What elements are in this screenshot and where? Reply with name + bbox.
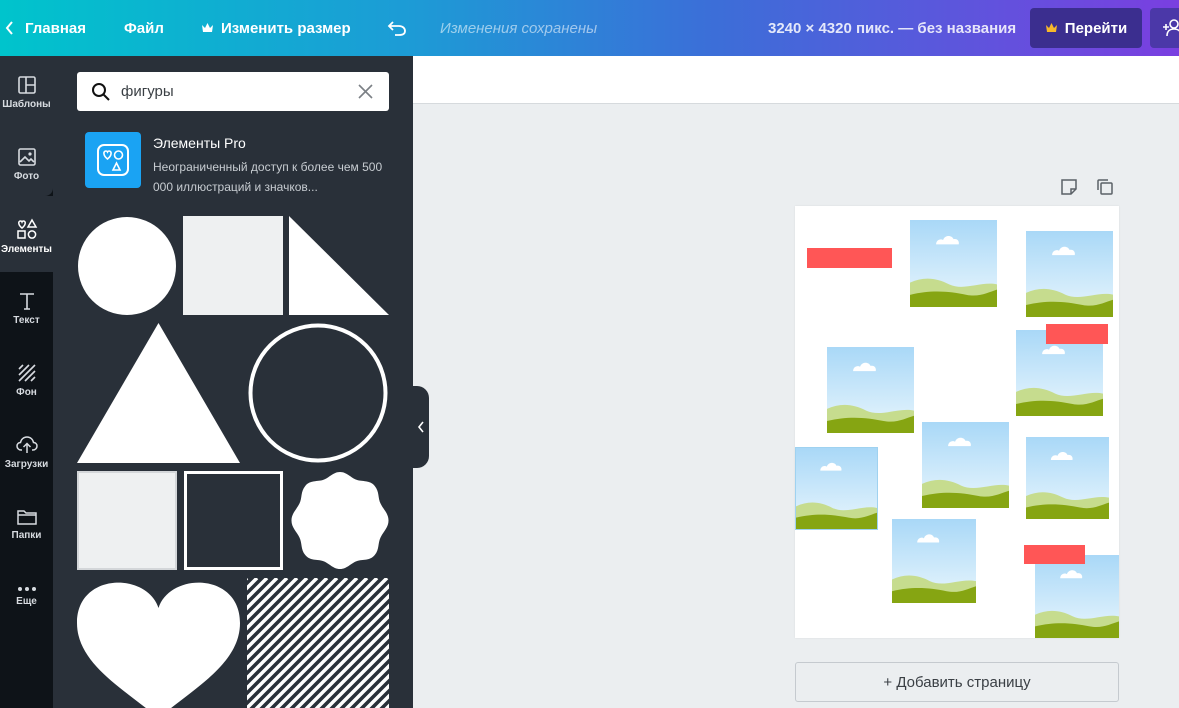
circle-outline-shape[interactable]	[247, 323, 389, 463]
folder-icon	[16, 509, 37, 525]
right-triangle-shape[interactable]	[289, 216, 389, 315]
rail-item-more[interactable]: Еще	[0, 560, 53, 632]
square-shape[interactable]	[183, 216, 283, 315]
elements-pro-icon	[85, 132, 141, 188]
image-placeholder[interactable]	[922, 422, 1009, 508]
elements-pro-description: Неограниченный доступ к более чем 500 00…	[153, 160, 383, 194]
rail-label: Папки	[11, 529, 42, 541]
elements-pro-promo[interactable]: Элементы Pro Неограниченный доступ к бол…	[85, 132, 389, 194]
elements-pro-title: Элементы Pro	[153, 135, 246, 151]
chevron-left-icon	[5, 21, 13, 35]
note-icon[interactable]	[1060, 178, 1078, 196]
resize-label: Изменить размер	[221, 19, 351, 37]
rail-item-background[interactable]: Фон	[0, 344, 53, 416]
rail-label: Фото	[13, 170, 40, 182]
red-rectangle[interactable]	[1024, 545, 1085, 564]
save-status: Изменения сохранены	[440, 19, 598, 37]
undo-button[interactable]	[386, 0, 408, 56]
rail-label: Еще	[16, 595, 37, 607]
rail-item-templates[interactable]: Шаблоны	[0, 56, 53, 128]
background-icon	[17, 363, 36, 382]
red-rectangle[interactable]	[1046, 324, 1108, 344]
file-menu-button[interactable]: Файл	[124, 0, 164, 56]
undo-icon	[387, 21, 406, 36]
go-button[interactable]: Перейти	[1030, 8, 1142, 48]
chevron-left-icon	[417, 421, 424, 433]
add-page-button[interactable]: + Добавить страницу	[795, 662, 1119, 702]
square-bordered-shape[interactable]	[77, 471, 177, 570]
rail-label: Фон	[16, 386, 37, 398]
image-placeholder[interactable]	[795, 447, 878, 530]
home-label: Главная	[25, 19, 87, 37]
file-label: Файл	[124, 19, 164, 37]
go-label: Перейти	[1064, 19, 1128, 37]
circle-shape[interactable]	[77, 216, 177, 316]
heart-shape[interactable]	[77, 578, 240, 708]
badge-shape[interactable]	[290, 471, 390, 570]
close-icon[interactable]	[358, 84, 373, 99]
image-placeholder[interactable]	[910, 220, 997, 307]
more-icon	[17, 586, 36, 591]
design-page[interactable]	[795, 206, 1119, 638]
left-rail: Шаблоны Фото Элементы Текст Фон Загрузки…	[0, 56, 53, 708]
red-rectangle[interactable]	[807, 248, 892, 268]
diagonal-lines-shape[interactable]	[247, 578, 389, 708]
top-bar: Главная Файл Изменить размер Изменения с…	[0, 0, 1179, 56]
search-box	[77, 72, 389, 111]
search-input[interactable]	[121, 83, 341, 100]
elements-icon	[16, 217, 37, 239]
square-outline-shape[interactable]	[184, 471, 283, 570]
text-icon	[19, 292, 34, 310]
add-user-icon	[1163, 19, 1179, 37]
resize-button[interactable]: Изменить размер	[201, 0, 351, 56]
rail-item-folders[interactable]: Папки	[0, 488, 53, 560]
design-info: 3240 × 4320 пикс. — без названия	[768, 19, 1017, 37]
photo-icon	[17, 147, 36, 166]
triangle-shape[interactable]	[77, 323, 240, 463]
rail-item-text[interactable]: Текст	[0, 272, 53, 344]
rail-item-uploads[interactable]: Загрузки	[0, 416, 53, 488]
crown-icon	[1045, 23, 1057, 32]
image-placeholder[interactable]	[892, 519, 976, 603]
home-button[interactable]: Главная	[4, 0, 86, 56]
crown-icon	[202, 23, 213, 32]
image-placeholder[interactable]	[1026, 231, 1113, 317]
collapse-panel-button[interactable]	[413, 386, 429, 468]
image-placeholder[interactable]	[827, 347, 914, 433]
search-icon	[92, 82, 110, 101]
upload-icon	[15, 435, 38, 453]
rail-label: Загрузки	[4, 458, 49, 470]
elements-panel: Элементы Pro Неограниченный доступ к бол…	[53, 56, 413, 708]
share-button[interactable]	[1150, 8, 1179, 48]
image-placeholder[interactable]	[1035, 555, 1119, 638]
duplicate-page-icon[interactable]	[1096, 178, 1114, 196]
rail-item-elements[interactable]: Элементы	[0, 200, 53, 272]
image-placeholder[interactable]	[1026, 437, 1109, 519]
rail-label: Элементы	[1, 243, 52, 255]
rail-item-photos[interactable]: Фото	[0, 128, 53, 200]
templates-icon	[17, 75, 36, 94]
editor-toolbar	[413, 56, 1179, 104]
rail-label: Шаблоны	[2, 98, 51, 110]
rail-label: Текст	[13, 314, 40, 326]
